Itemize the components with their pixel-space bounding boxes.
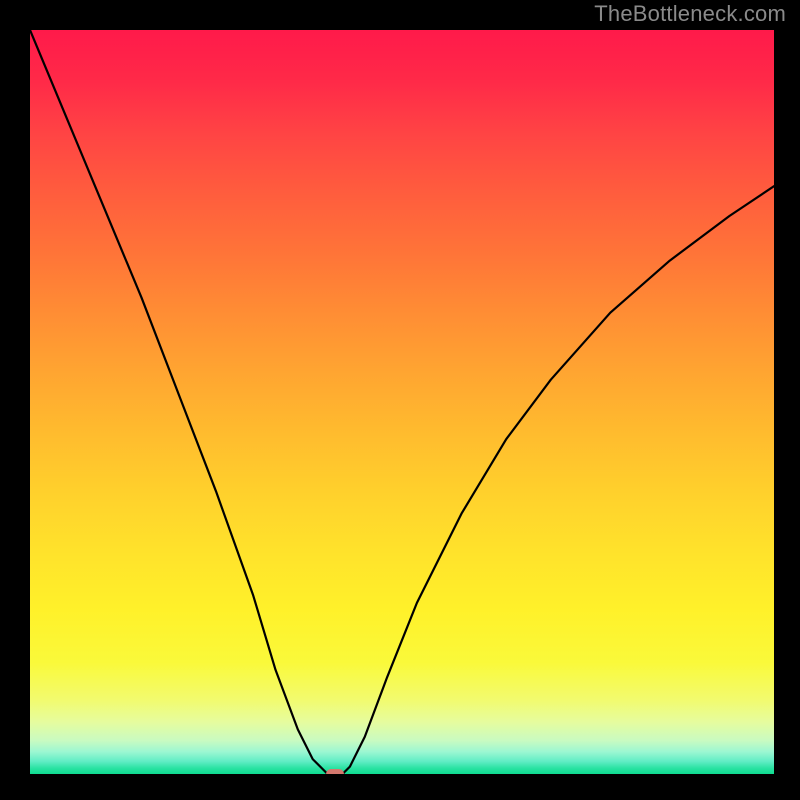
bottleneck-curve <box>30 30 774 774</box>
optimum-marker <box>326 769 344 774</box>
curve-polyline <box>30 30 774 774</box>
site-watermark: TheBottleneck.com <box>594 1 786 27</box>
plot-area <box>30 30 774 774</box>
chart-frame: TheBottleneck.com <box>0 0 800 800</box>
